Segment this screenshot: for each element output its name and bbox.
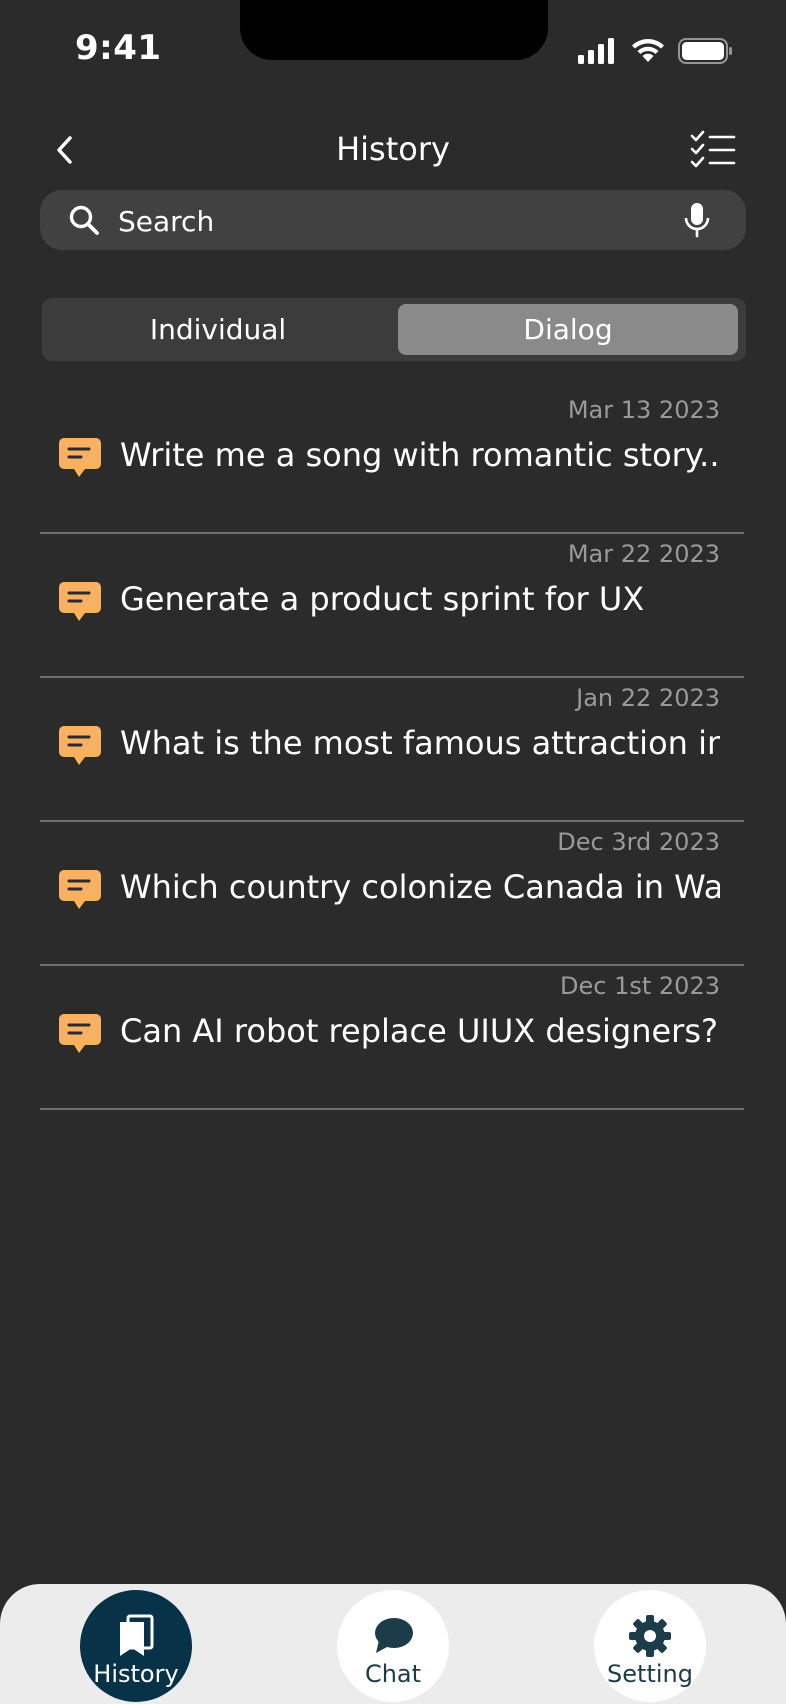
message-bubble-icon [59,726,101,765]
segment-dialog[interactable]: Dialog [398,304,738,355]
search-input[interactable] [116,198,680,244]
message-bubble-icon [59,582,101,621]
tab-label: Setting [607,1660,693,1688]
cellular-signal-icon [578,38,614,64]
status-time: 9:41 [75,28,162,68]
history-item[interactable]: Mar 22 2023 Generate a product sprint fo… [40,534,744,678]
search-icon [69,205,99,235]
item-title: Can AI robot replace UIUX designers?... [120,1012,720,1050]
chat-bubble-icon [375,1618,413,1653]
item-title: What is the most famous attraction in... [120,724,720,762]
history-list: Mar 13 2023 Write me a song with romanti… [40,390,744,1110]
bottom-tab-bar: History Chat Setting [0,1584,786,1704]
history-item[interactable]: Jan 22 2023 What is the most famous attr… [40,678,744,822]
history-item[interactable]: Mar 13 2023 Write me a song with romanti… [40,390,744,534]
battery-icon [678,38,732,64]
search-bar[interactable] [40,190,746,250]
tab-chat[interactable]: Chat [337,1590,449,1702]
item-date: Dec 1st 2023 [560,972,720,1000]
tab-setting[interactable]: Setting [594,1590,706,1702]
history-item[interactable]: Dec 3rd 2023 Which country colonize Cana… [40,822,744,966]
item-title: Which country colonize Canada in War... [120,868,720,906]
history-item[interactable]: Dec 1st 2023 Can AI robot replace UIUX d… [40,966,744,1110]
tab-label: History [93,1660,179,1688]
history-book-icon [120,1614,154,1656]
message-bubble-icon [59,1014,101,1053]
checklist-icon[interactable] [690,130,736,170]
item-date: Mar 13 2023 [567,396,720,424]
item-date: Mar 22 2023 [567,540,720,568]
page-title: History [336,130,450,168]
segmented-control: Individual Dialog [42,298,746,361]
camera-notch [240,0,548,60]
tab-history[interactable]: History [80,1590,192,1702]
tab-label: Chat [364,1660,422,1688]
item-date: Jan 22 2023 [576,684,720,712]
segment-individual[interactable]: Individual [46,304,390,355]
gear-icon [629,1615,671,1657]
item-title: Write me a song with romantic story... [120,436,720,474]
message-bubble-icon [59,438,101,477]
microphone-icon[interactable] [684,202,710,238]
message-bubble-icon [59,870,101,909]
item-title: Generate a product sprint for UX [120,580,645,618]
wifi-icon [632,39,664,62]
item-date: Dec 3rd 2023 [557,828,720,856]
